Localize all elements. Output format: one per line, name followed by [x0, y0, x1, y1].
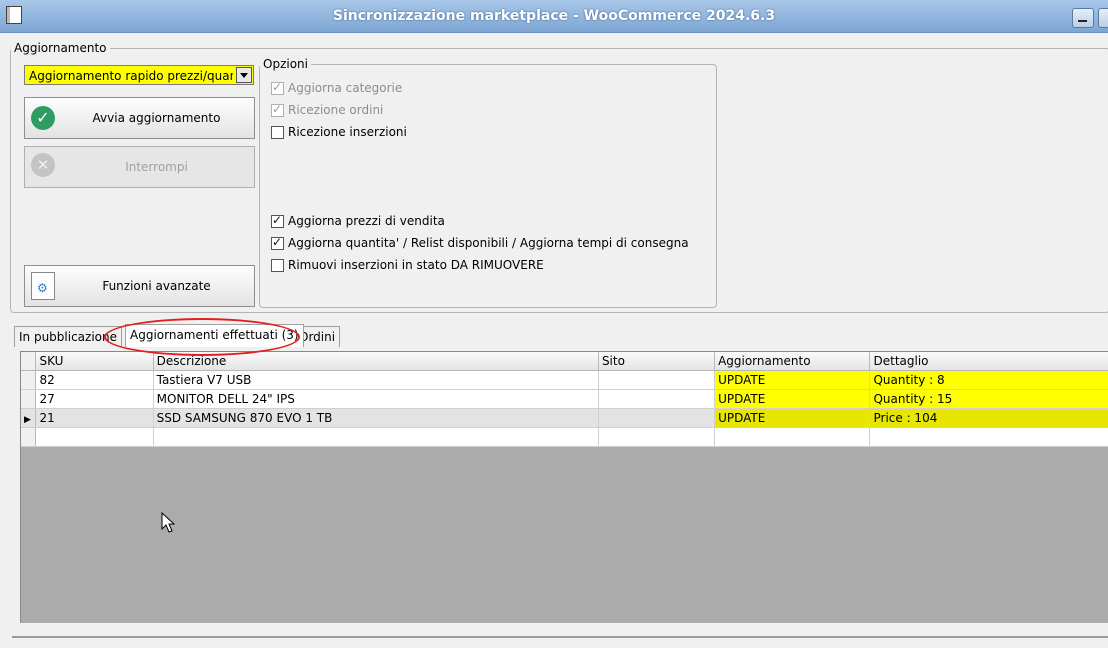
checkbox-rimuovi-inserzioni[interactable]: Rimuovi inserzioni in stato DA RIMUOVERE	[271, 258, 544, 272]
cancel-circle-icon: ✕	[31, 153, 55, 177]
checkbox-box[interactable]	[271, 125, 284, 139]
row-header[interactable]	[21, 427, 37, 447]
tab-aggiornamenti-effettuati[interactable]: Aggiornamenti effettuati (3)	[125, 324, 304, 347]
cell-sito[interactable]	[598, 370, 716, 390]
updates-grid[interactable]: SKU Descrizione Sito Aggiornamento Detta…	[20, 351, 1108, 623]
start-update-button[interactable]: ✓ Avvia aggiornamento	[24, 97, 255, 139]
cell-sito[interactable]	[598, 427, 716, 447]
checkbox-label: Aggiorna prezzi di vendita	[288, 214, 445, 228]
bottom-divider	[12, 636, 1108, 638]
checkbox-label: Ricezione inserzioni	[288, 125, 407, 139]
advanced-functions-label: Funzioni avanzate	[102, 279, 211, 293]
checkbox-aggiorna-categorie[interactable]: Aggiorna categorie	[271, 80, 403, 95]
update-mode-value: Aggiornamento rapido prezzi/quantit	[29, 69, 233, 83]
checkbox-label: Rimuovi inserzioni in stato DA RIMUOVERE	[288, 258, 544, 272]
minimize-button[interactable]	[1072, 8, 1094, 28]
cell-descrizione[interactable]: SSD SAMSUNG 870 EVO 1 TB	[153, 408, 599, 428]
row-header[interactable]	[21, 370, 37, 390]
cell-sku[interactable]	[35, 427, 154, 447]
cell-sku[interactable]: 27	[35, 389, 154, 409]
cell-sito[interactable]	[598, 408, 716, 428]
cell-aggiornamento[interactable]	[714, 427, 871, 447]
stop-button[interactable]: ✕ Interrompi	[24, 146, 255, 188]
checkbox-box[interactable]	[271, 80, 284, 95]
column-header-sku[interactable]: SKU	[35, 352, 154, 371]
cell-aggiornamento[interactable]: UPDATE	[714, 408, 871, 428]
cell-descrizione[interactable]: Tastiera V7 USB	[153, 370, 599, 390]
checkbox-ricezione-inserzioni[interactable]: Ricezione inserzioni	[271, 125, 407, 139]
check-circle-icon: ✓	[31, 106, 55, 130]
row-header[interactable]: ▶	[21, 408, 37, 428]
cell-aggiornamento[interactable]: UPDATE	[714, 370, 871, 390]
cell-aggiornamento[interactable]: UPDATE	[714, 389, 871, 409]
checkbox-ricezione-ordini[interactable]: Ricezione ordini	[271, 102, 384, 117]
table-header: SKU Descrizione Sito Aggiornamento Detta…	[21, 352, 1108, 371]
cell-dettaglio[interactable]: Price : 104	[869, 408, 1108, 428]
title-bar: Sincronizzazione marketplace - WooCommer…	[0, 0, 1108, 33]
checkbox-box[interactable]	[271, 102, 284, 117]
new-row[interactable]	[21, 427, 1108, 447]
checkbox-aggiorna-prezzi[interactable]: Aggiorna prezzi di vendita	[271, 213, 445, 228]
cell-descrizione[interactable]: MONITOR DELL 24" IPS	[153, 389, 599, 409]
cell-dettaglio[interactable]: Quantity : 15	[869, 389, 1108, 409]
checkbox-box[interactable]	[271, 235, 284, 250]
table-row[interactable]: 27 MONITOR DELL 24" IPS UPDATE Quantity …	[21, 389, 1108, 409]
stop-label: Interrompi	[125, 160, 188, 174]
advanced-functions-button[interactable]: Funzioni avanzate	[24, 265, 255, 307]
cell-sito[interactable]	[598, 389, 716, 409]
table-row-selected[interactable]: ▶ 21 SSD SAMSUNG 870 EVO 1 TB UPDATE Pri…	[21, 408, 1108, 428]
cell-descrizione[interactable]	[153, 427, 599, 447]
column-header-sito[interactable]: Sito	[598, 352, 716, 371]
row-header[interactable]	[21, 389, 37, 409]
maximize-button[interactable]	[1098, 8, 1108, 28]
opzioni-legend: Opzioni	[263, 57, 308, 71]
updates-table: SKU Descrizione Sito Aggiornamento Detta…	[21, 352, 1108, 447]
checkbox-label: Aggiorna categorie	[288, 81, 403, 95]
checkbox-label: Aggiorna quantita' / Relist disponibili …	[288, 236, 689, 250]
checkbox-label: Ricezione ordini	[288, 103, 384, 117]
table-row[interactable]: 82 Tastiera V7 USB UPDATE Quantity : 8	[21, 370, 1108, 390]
cell-sku[interactable]: 82	[35, 370, 154, 390]
tab-in-pubblicazione[interactable]: In pubblicazione	[14, 326, 122, 347]
cell-sku[interactable]: 21	[35, 408, 154, 428]
window-title: Sincronizzazione marketplace - WooCommer…	[332, 8, 776, 24]
column-header-aggiornamento[interactable]: Aggiornamento	[714, 352, 871, 371]
checkbox-aggiorna-quantita[interactable]: Aggiorna quantita' / Relist disponibili …	[271, 235, 689, 250]
start-update-label: Avvia aggiornamento	[92, 111, 221, 125]
row-header-corner	[21, 352, 37, 371]
current-row-pointer-icon: ▶	[24, 415, 31, 425]
cell-dettaglio[interactable]	[869, 427, 1108, 447]
mouse-pointer-icon	[161, 512, 175, 533]
checkbox-box[interactable]	[271, 258, 284, 272]
column-header-descrizione[interactable]: Descrizione	[153, 352, 599, 371]
update-mode-select[interactable]: Aggiornamento rapido prezzi/quantit	[24, 65, 254, 85]
checkbox-box[interactable]	[271, 213, 284, 228]
cell-dettaglio[interactable]: Quantity : 8	[869, 370, 1108, 390]
column-header-dettaglio[interactable]: Dettaglio	[869, 352, 1108, 371]
settings-document-icon	[31, 272, 55, 300]
aggiornamento-legend: Aggiornamento	[14, 41, 107, 55]
chevron-down-icon[interactable]	[236, 67, 252, 83]
